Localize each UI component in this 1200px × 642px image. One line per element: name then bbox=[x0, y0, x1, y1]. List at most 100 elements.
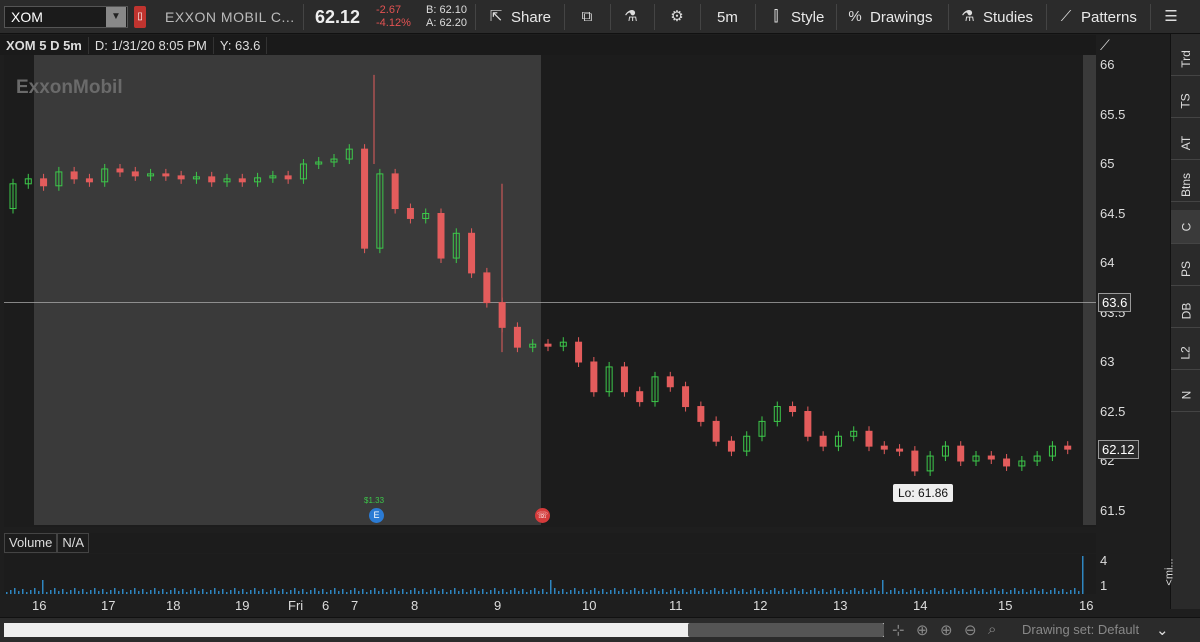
sidebar-tab-ts[interactable]: TS bbox=[1171, 84, 1200, 118]
volume-bar bbox=[94, 588, 96, 594]
conference-call-icon[interactable]: ☏ bbox=[535, 508, 550, 523]
timeframe-button[interactable]: 5m bbox=[717, 7, 738, 27]
flag-icon[interactable]: ▯ bbox=[134, 6, 146, 28]
alert-button[interactable]: ⧉ bbox=[578, 7, 596, 27]
volume-bar bbox=[974, 588, 976, 594]
volume-bar bbox=[358, 591, 360, 594]
time-axis[interactable]: 16 17 18 19 Fri 6 7 8 9 10 11 12 13 14 15 16 bbox=[4, 595, 1096, 617]
volume-bar bbox=[986, 592, 988, 594]
volume-bar bbox=[418, 591, 420, 594]
chart-title[interactable]: XOM 5 D 5m bbox=[0, 36, 89, 54]
style-button[interactable]: ⫿ Style bbox=[767, 7, 825, 27]
volume-pane[interactable] bbox=[4, 554, 1096, 594]
menu-icon: ☰ bbox=[1164, 8, 1178, 25]
candle-body bbox=[131, 171, 139, 177]
x-tick: Fri bbox=[288, 598, 304, 613]
volume-bar bbox=[314, 588, 316, 594]
chart-type-icon[interactable]: ⟋ bbox=[1100, 37, 1110, 54]
chart-scrollbar[interactable] bbox=[4, 623, 884, 637]
symbol-dropdown-icon[interactable]: ▼ bbox=[106, 7, 126, 27]
candle-body bbox=[865, 430, 873, 447]
divider bbox=[564, 4, 565, 30]
volume-bar bbox=[898, 591, 900, 594]
settings-button[interactable]: ⚙ bbox=[668, 7, 686, 27]
volume-bar bbox=[722, 589, 724, 594]
y-tick: 62.5 bbox=[1100, 403, 1126, 419]
volume-bar bbox=[750, 590, 752, 594]
volume-bar bbox=[582, 589, 584, 594]
volume-bar bbox=[350, 590, 352, 594]
zoom-out-icon[interactable]: ⊖ bbox=[964, 621, 977, 639]
flask-button[interactable]: ⚗ bbox=[622, 7, 640, 27]
sidebar-tab-l2[interactable]: L2 bbox=[1171, 336, 1200, 370]
volume-bar bbox=[70, 590, 72, 594]
sidebar-tab-ps[interactable]: PS bbox=[1171, 252, 1200, 286]
volume-bar bbox=[118, 591, 120, 594]
sidebar-tab-at[interactable]: AT bbox=[1171, 126, 1200, 160]
volume-bar bbox=[946, 592, 948, 594]
volume-bar bbox=[930, 590, 932, 594]
candle-body bbox=[70, 171, 78, 180]
volume-bar bbox=[278, 591, 280, 594]
menu-button[interactable]: ☰ bbox=[1162, 7, 1180, 27]
volume-title[interactable]: Volume bbox=[4, 533, 58, 553]
volume-bar bbox=[266, 592, 268, 594]
pct-change: -4.12% bbox=[376, 17, 411, 29]
volume-bar bbox=[186, 592, 188, 594]
volume-bar bbox=[374, 588, 376, 594]
volume-bar bbox=[938, 591, 940, 594]
bid-ask-box: B: 62.10 A: 62.20 bbox=[426, 4, 467, 30]
earnings-icon[interactable]: E bbox=[369, 508, 384, 523]
volume-bars bbox=[6, 556, 1084, 594]
divider bbox=[836, 4, 837, 30]
volume-value: N/A bbox=[57, 533, 90, 553]
drawing-set-label[interactable]: Drawing set: Default bbox=[1022, 622, 1139, 637]
volume-bar bbox=[726, 592, 728, 594]
volume-bar bbox=[994, 588, 996, 594]
volume-bar bbox=[766, 592, 768, 594]
candle-icon: ⫿ bbox=[773, 8, 779, 25]
sidebar-tab-trd[interactable]: Trd bbox=[1171, 42, 1200, 76]
volume-bar bbox=[674, 588, 676, 594]
candle-body bbox=[1064, 445, 1072, 450]
scrollbar-thumb[interactable] bbox=[688, 623, 884, 637]
volume-bar bbox=[566, 592, 568, 594]
volume-bar bbox=[270, 590, 272, 594]
volume-bar bbox=[670, 590, 672, 594]
candle-body bbox=[513, 326, 521, 348]
drawings-button[interactable]: % Drawings bbox=[846, 7, 932, 27]
share-button[interactable]: ⇱ Share bbox=[487, 7, 551, 27]
volume-bar bbox=[786, 592, 788, 594]
volume-bar bbox=[462, 589, 464, 594]
price-chart[interactable]: ExxonMobil E $1.33 ☏ Lo: 61.86 bbox=[4, 55, 1096, 527]
sidebar-tab-n[interactable]: N bbox=[1171, 378, 1200, 412]
volume-bar bbox=[550, 580, 552, 594]
crosshair-icon[interactable]: ⊕ bbox=[916, 621, 929, 639]
chevron-down-icon[interactable]: ⌄ bbox=[1156, 621, 1169, 639]
volume-bar bbox=[810, 590, 812, 594]
zoom-in-icon[interactable]: ⊕ bbox=[940, 621, 953, 639]
studies-button[interactable]: ⚗ Studies bbox=[959, 7, 1033, 27]
volume-bar bbox=[158, 591, 160, 594]
candle-body bbox=[85, 178, 93, 183]
volume-bar bbox=[206, 592, 208, 594]
volume-header: Volume N/A bbox=[4, 533, 1096, 553]
gear-icon: ⚙ bbox=[670, 8, 684, 25]
y-tick: 64 bbox=[1100, 255, 1115, 270]
sidebar-tab-c[interactable]: C bbox=[1171, 210, 1200, 244]
cursor-date: D: 1/31/20 8:05 PM bbox=[89, 36, 214, 54]
volume-bar bbox=[998, 591, 1000, 594]
sidebar-tab-btns[interactable]: Btns bbox=[1171, 168, 1200, 202]
pan-icon[interactable]: ⊹ bbox=[892, 621, 905, 639]
volume-bar bbox=[126, 592, 128, 594]
top-toolbar: XOM ▼ ▯ EXXON MOBIL C... 62.12 -2.67 -4.… bbox=[0, 0, 1200, 34]
zoom-box-icon[interactable]: ⌕ bbox=[988, 621, 996, 638]
price-axis[interactable]: 66 65.5 65 64.5 64 63.5 63 62.5 62 61.5 63.6 62.1… bbox=[1096, 37, 1170, 527]
last-price-label: 62.12 bbox=[1098, 440, 1139, 459]
patterns-button[interactable]: ⟋ Patterns bbox=[1057, 7, 1137, 27]
sidebar-tab-db[interactable]: DB bbox=[1171, 294, 1200, 328]
volume-bar bbox=[1054, 588, 1056, 594]
divider bbox=[1150, 4, 1151, 30]
volume-bar bbox=[274, 588, 276, 594]
volume-bar bbox=[746, 592, 748, 594]
